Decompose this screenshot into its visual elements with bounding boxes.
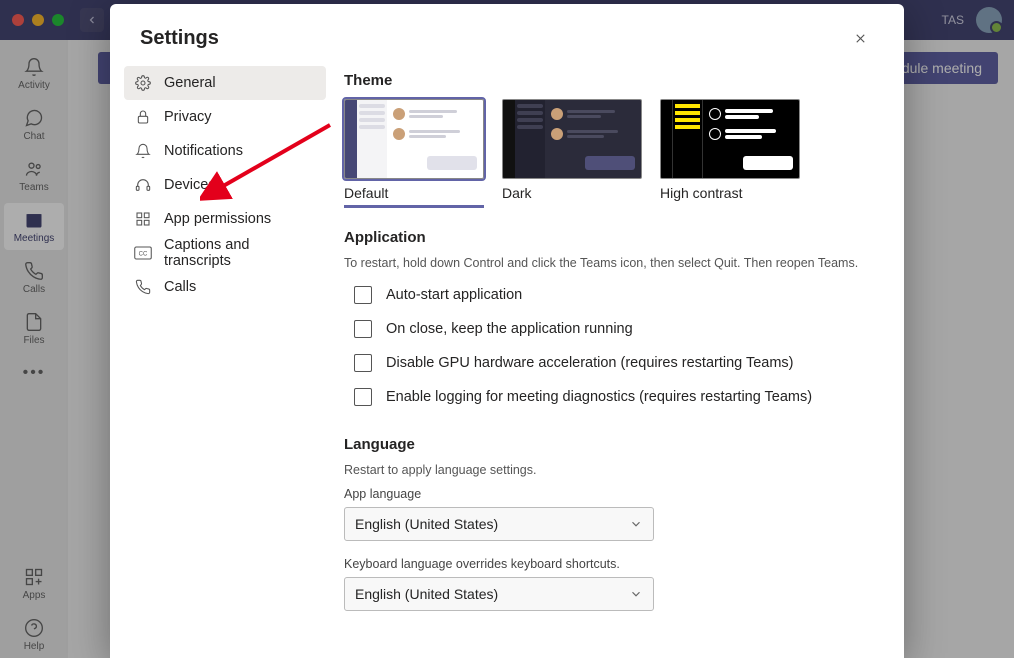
sidebar-item-label: Captions and transcripts — [164, 237, 316, 269]
select-value: English (United States) — [355, 516, 498, 532]
bell-icon — [134, 143, 152, 159]
sidebar-item-general[interactable]: General — [124, 66, 326, 100]
sidebar-item-privacy[interactable]: Privacy — [124, 100, 326, 134]
checkbox[interactable] — [354, 388, 372, 406]
application-note: To restart, hold down Control and click … — [344, 256, 876, 270]
grid-icon — [134, 211, 152, 227]
chevron-down-icon — [629, 517, 643, 531]
lock-icon — [134, 109, 152, 125]
keyboard-language-select[interactable]: English (United States) — [344, 577, 654, 611]
checkbox[interactable] — [354, 320, 372, 338]
theme-option-high-contrast[interactable]: High contrast — [660, 99, 800, 201]
language-heading: Language — [344, 436, 876, 453]
checkbox-label: Disable GPU hardware acceleration (requi… — [386, 355, 794, 371]
app-language-label: App language — [344, 487, 876, 501]
keyboard-language-note: Keyboard language overrides keyboard sho… — [344, 557, 876, 571]
theme-thumb-high-contrast — [660, 99, 800, 179]
sidebar-item-label: Calls — [164, 279, 316, 295]
chevron-down-icon — [629, 587, 643, 601]
theme-label: High contrast — [660, 185, 800, 201]
checkbox-label: Enable logging for meeting diagnostics (… — [386, 389, 812, 405]
phone-icon — [134, 279, 152, 295]
sidebar-item-app-permissions[interactable]: App permissions — [124, 202, 326, 236]
check-on-close[interactable]: On close, keep the application running — [344, 314, 876, 348]
theme-label: Dark — [502, 185, 642, 201]
close-button[interactable] — [846, 24, 874, 52]
language-note: Restart to apply language settings. — [344, 463, 876, 477]
bottom-fade — [110, 618, 904, 658]
check-logging[interactable]: Enable logging for meeting diagnostics (… — [344, 382, 876, 416]
sidebar-item-label: Devices — [164, 177, 316, 193]
sidebar-item-label: Privacy — [164, 109, 316, 125]
sidebar-item-devices[interactable]: Devices — [124, 168, 326, 202]
select-value: English (United States) — [355, 586, 498, 602]
checkbox[interactable] — [354, 354, 372, 372]
check-disable-gpu[interactable]: Disable GPU hardware acceleration (requi… — [344, 348, 876, 382]
sidebar-item-calls[interactable]: Calls — [124, 270, 326, 304]
settings-modal: Settings General Privacy Notifications D… — [110, 4, 904, 658]
headset-icon — [134, 177, 152, 193]
theme-option-default[interactable]: Default — [344, 99, 484, 208]
svg-text:CC: CC — [139, 252, 148, 258]
settings-sidebar: General Privacy Notifications Devices Ap… — [110, 62, 340, 658]
theme-heading: Theme — [344, 72, 876, 89]
gear-icon — [134, 75, 152, 91]
checkbox-label: Auto-start application — [386, 287, 522, 303]
sidebar-item-label: General — [164, 75, 316, 91]
sidebar-item-label: Notifications — [164, 143, 316, 159]
sidebar-item-captions[interactable]: CC Captions and transcripts — [124, 236, 326, 270]
theme-option-dark[interactable]: Dark — [502, 99, 642, 201]
checkbox[interactable] — [354, 286, 372, 304]
modal-title: Settings — [140, 27, 219, 50]
app-language-select[interactable]: English (United States) — [344, 507, 654, 541]
sidebar-item-notifications[interactable]: Notifications — [124, 134, 326, 168]
close-icon — [853, 31, 868, 46]
sidebar-item-label: App permissions — [164, 211, 316, 227]
cc-icon: CC — [134, 246, 152, 260]
theme-thumb-dark — [502, 99, 642, 179]
checkbox-label: On close, keep the application running — [386, 321, 633, 337]
check-autostart[interactable]: Auto-start application — [344, 280, 876, 314]
theme-thumb-default — [344, 99, 484, 179]
settings-panel: Theme Default Dark — [340, 62, 904, 658]
theme-options: Default Dark High contrast — [344, 99, 876, 201]
application-heading: Application — [344, 229, 876, 246]
theme-label: Default — [344, 185, 484, 201]
